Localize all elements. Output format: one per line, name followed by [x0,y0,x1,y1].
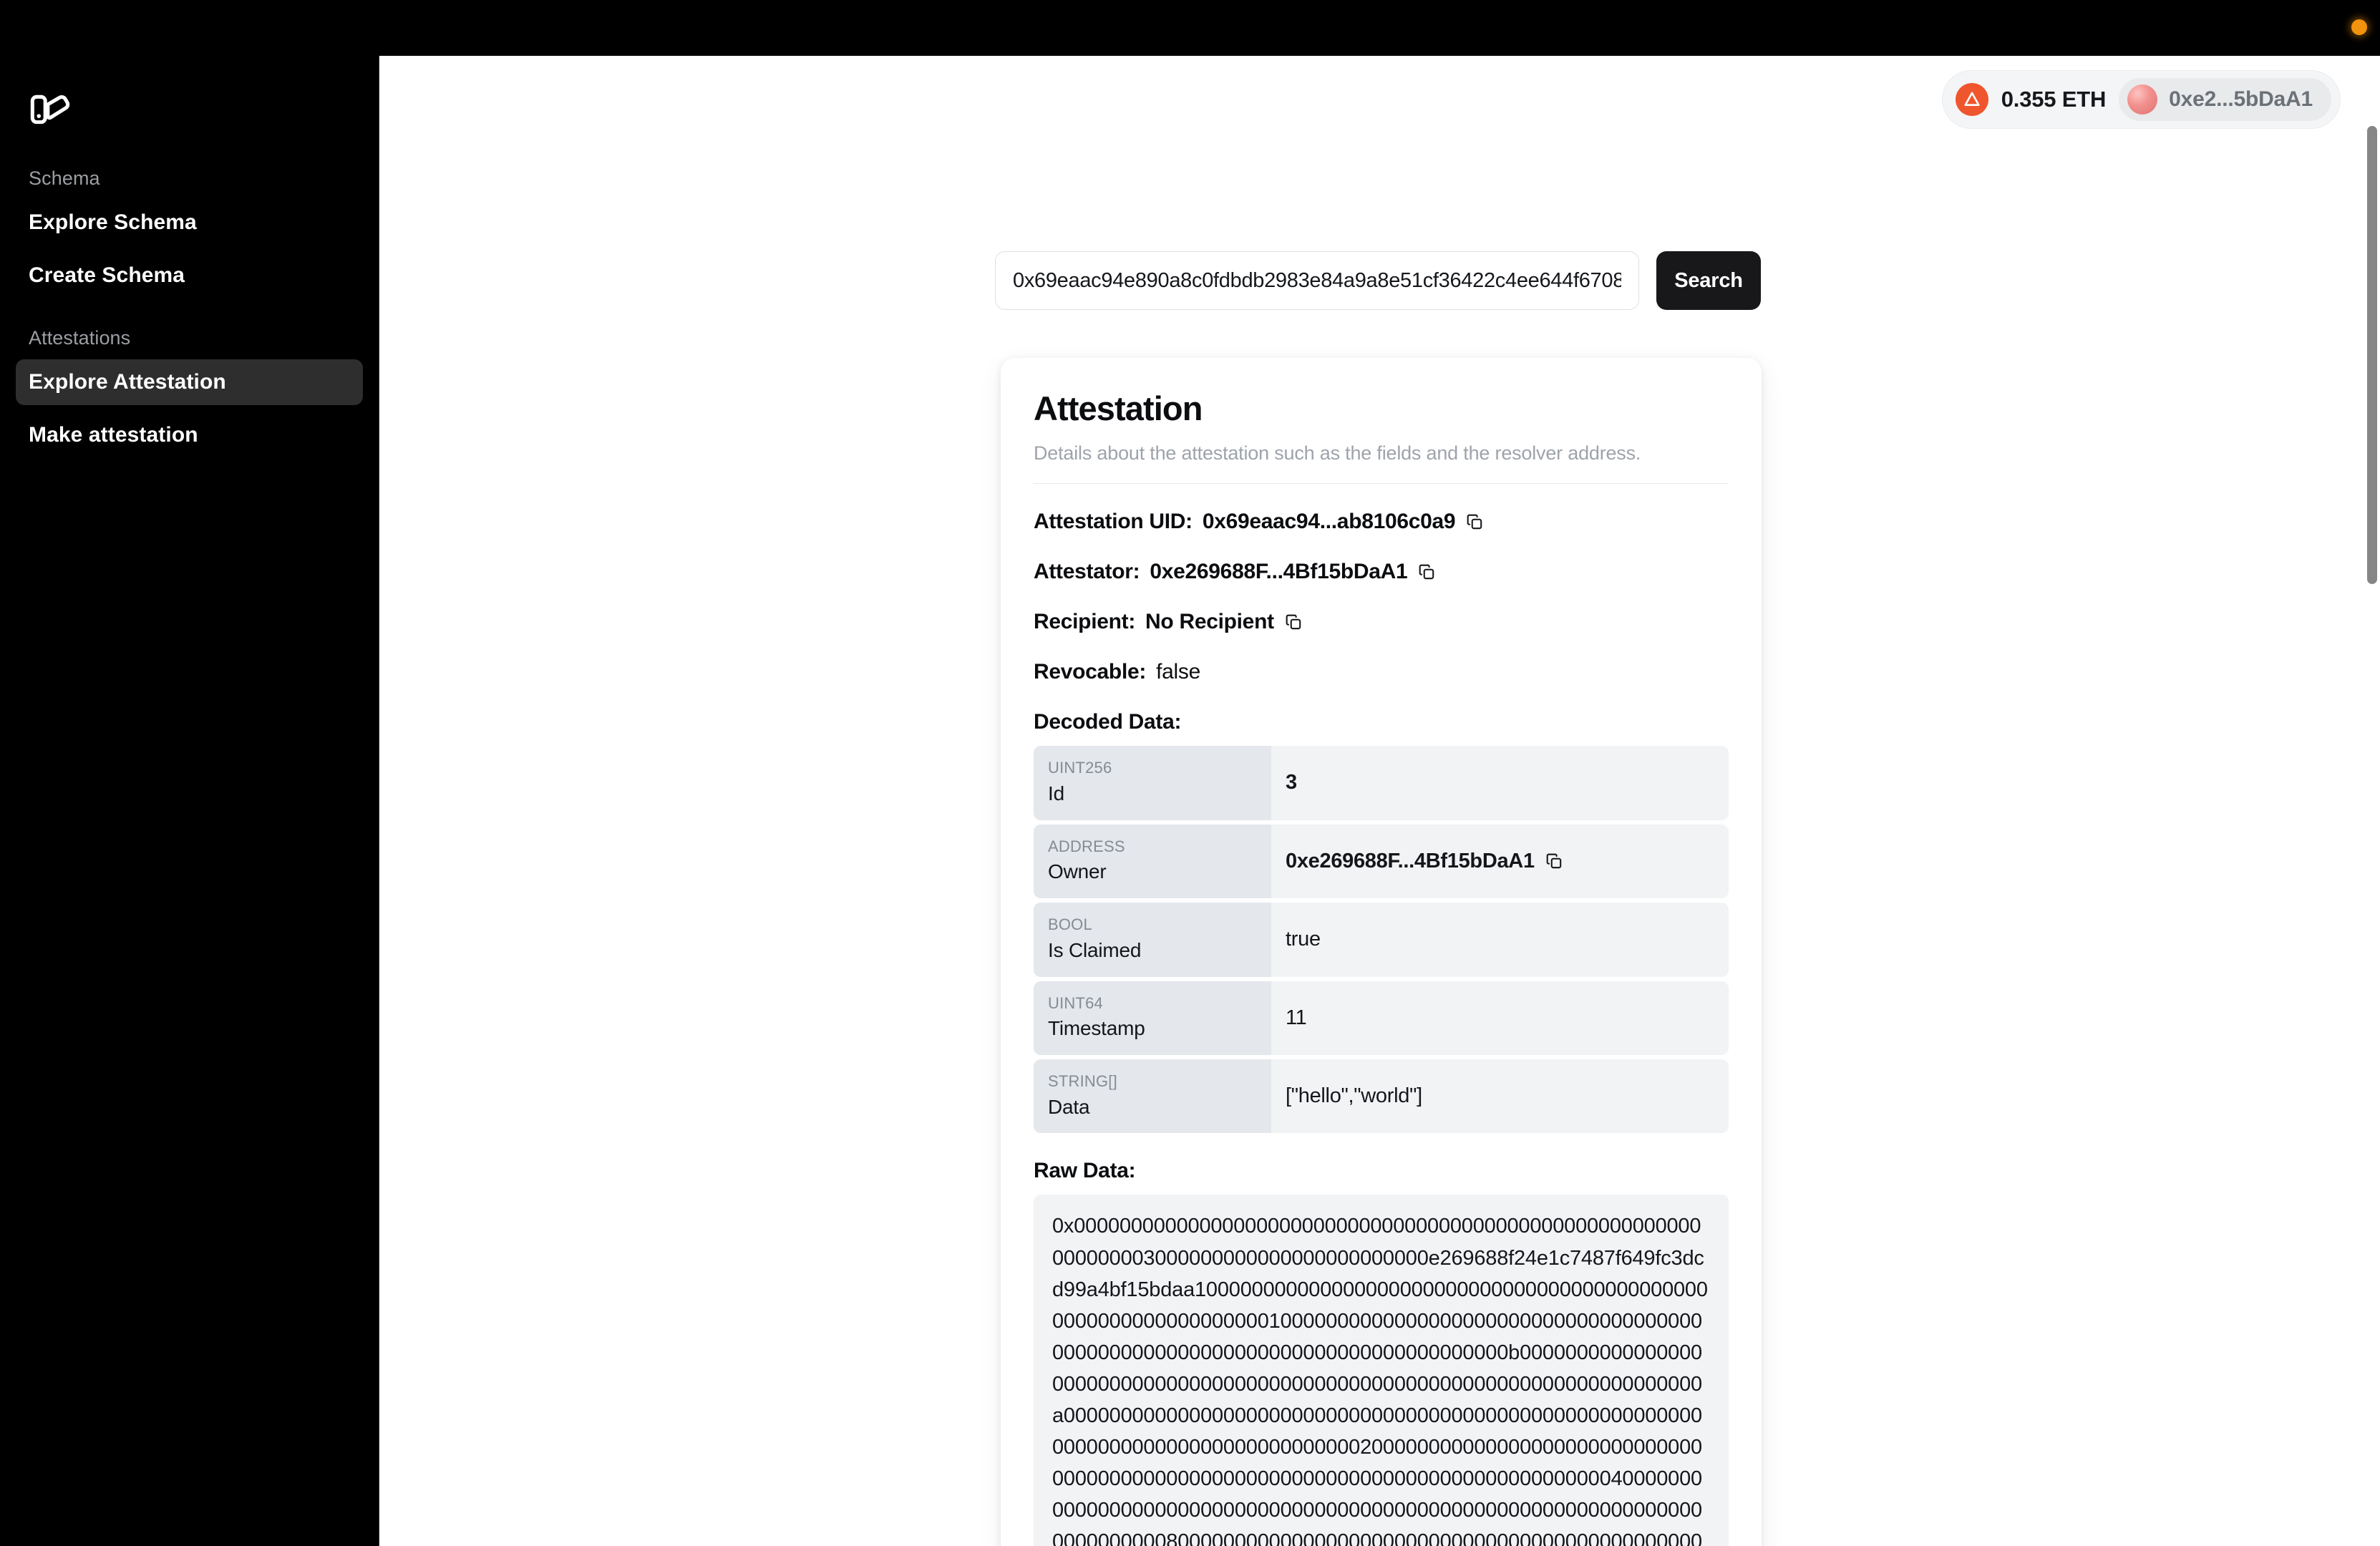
wallet-avatar-icon [2127,84,2158,115]
field-value: 11 [1286,1006,1307,1029]
status-dot-icon [2351,19,2367,35]
sidebar-item-explore-schema[interactable]: Explore Schema [16,200,363,245]
field-value: false [1156,660,1200,684]
main-content: 0.355 ETH 0xe2...5bDaA1 Search Attestati… [379,56,2380,1546]
app-root: Schema Explore Schema Create Schema Atte… [0,0,2380,1546]
field-value: true [1286,928,1321,951]
sidebar-item-explore-attestation[interactable]: Explore Attestation [16,359,363,405]
field-label: Attestation UID: [1034,510,1193,534]
wallet-address-pill[interactable]: 0xe2...5bDaA1 [2119,78,2331,121]
search-bar: Search [995,251,1761,310]
table-cell-key: UINT256 Id [1034,746,1271,820]
sidebar-group-label-attestations: Attestations [29,327,131,349]
field-label: Attestator: [1034,560,1140,584]
field-name: Owner [1048,860,1107,883]
search-button[interactable]: Search [1656,251,1761,310]
sidebar-group-label-schema: Schema [29,167,100,189]
divider [1034,483,1729,485]
browser-top-bar [0,0,2380,56]
field-value: 3 [1286,771,1297,794]
table-cell-value: true [1271,903,1729,977]
table-row: ADDRESS Owner 0xe269688F...4Bf15bDaA1 [1034,824,1729,899]
field-type: UINT256 [1048,759,1112,777]
field-type: STRING[] [1048,1071,1117,1090]
table-cell-key: BOOL Is Claimed [1034,903,1271,977]
wallet-widget[interactable]: 0.355 ETH 0xe2...5bDaA1 [1941,70,2341,129]
table-row: UINT64 Timestamp 11 [1034,981,1729,1055]
table-cell-value: 11 [1271,981,1729,1055]
page-subtitle: Details about the attestation such as th… [1034,442,1641,465]
brand-logo-icon[interactable] [16,56,363,135]
eth-balance: 0.355 ETH [2001,87,2107,112]
field-type: ADDRESS [1048,837,1125,855]
field-value: 0x69eaac94...ab8106c0a9 [1202,510,1456,534]
table-cell-key: ADDRESS Owner [1034,824,1271,899]
attestation-card: Attestation Details about the attestatio… [1001,358,1762,1546]
field-value: ["hello","world"] [1286,1084,1422,1108]
sidebar: Schema Explore Schema Create Schema Atte… [0,56,379,1546]
copy-icon[interactable] [1417,563,1436,581]
decoded-data-table: UINT256 Id 3 ADDRESS Owner 0xe269688F...… [1034,746,1729,1134]
field-attestator: Attestator: 0xe269688F...4Bf15bDaA1 [1034,560,1729,584]
field-name: Timestamp [1048,1017,1145,1040]
table-row: UINT256 Id 3 [1034,746,1729,820]
raw-data-label: Raw Data: [1034,1159,1136,1183]
wallet-address-text: 0xe2...5bDaA1 [2169,87,2313,111]
field-attestation-uid: Attestation UID: 0x69eaac94...ab8106c0a9 [1034,510,1729,534]
copy-icon[interactable] [1545,852,1563,870]
field-value: No Recipient [1145,610,1274,634]
scrollbar[interactable] [2364,56,2380,1546]
sidebar-item-create-schema[interactable]: Create Schema [16,253,363,298]
scrollbar-thumb[interactable] [2367,126,2377,584]
field-label: Recipient: [1034,610,1136,634]
field-value: 0xe269688F...4Bf15bDaA1 [1286,849,1535,872]
field-type: BOOL [1048,915,1092,934]
field-label: Revocable: [1034,660,1147,684]
copy-icon[interactable] [1284,613,1303,631]
search-input[interactable] [995,251,1639,310]
header-toolbar: 0.355 ETH 0xe2...5bDaA1 [1941,70,2341,129]
field-recipient: Recipient: No Recipient [1034,610,1729,634]
table-cell-key: STRING[] Data [1034,1059,1271,1134]
field-type: UINT64 [1048,993,1103,1012]
table-cell-value: ["hello","world"] [1271,1059,1729,1134]
copy-icon[interactable] [1465,512,1484,531]
field-name: Is Claimed [1048,938,1142,961]
raw-data-value: 0x00000000000000000000000000000000000000… [1034,1195,1729,1546]
page-title: Attestation [1034,389,1203,427]
field-revocable: Revocable: false [1034,660,1729,684]
sidebar-item-make-attestation[interactable]: Make attestation [16,412,363,458]
field-name: Id [1048,782,1064,804]
field-value: 0xe269688F...4Bf15bDaA1 [1150,560,1408,584]
decoded-data-label: Decoded Data: [1034,710,1182,734]
table-cell-key: UINT64 Timestamp [1034,981,1271,1055]
table-cell-value: 3 [1271,746,1729,820]
eth-token-icon [1955,83,1988,116]
table-cell-value: 0xe269688F...4Bf15bDaA1 [1271,824,1729,899]
field-name: Data [1048,1095,1090,1118]
table-row: BOOL Is Claimed true [1034,903,1729,977]
table-row: STRING[] Data ["hello","world"] [1034,1059,1729,1134]
